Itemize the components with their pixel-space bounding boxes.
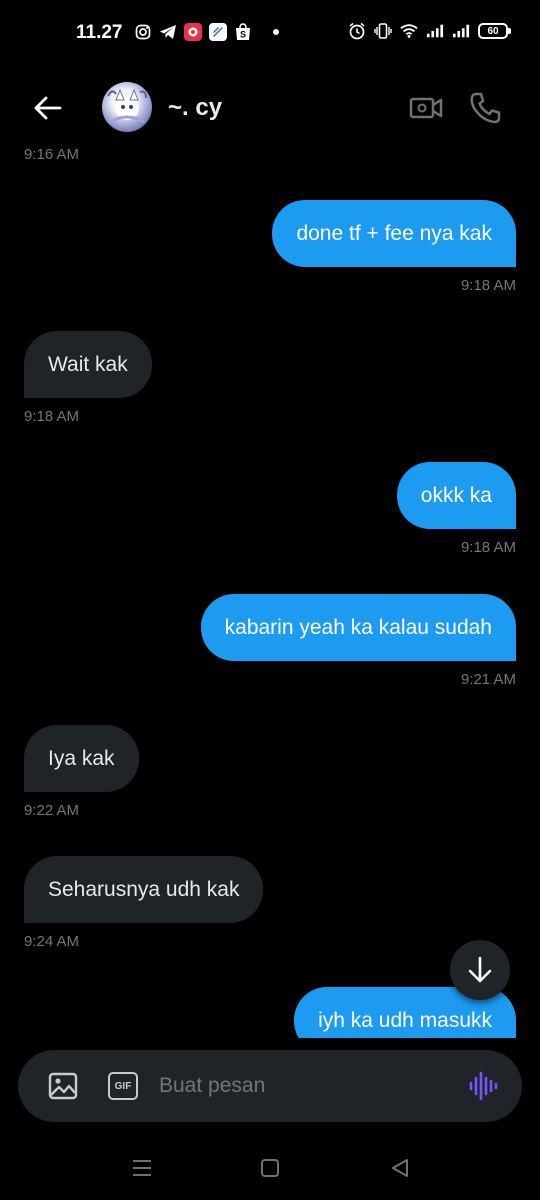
message-bubble[interactable]: Seharusnya udh kak [24, 856, 264, 923]
message-bubble[interactable]: done tf + fee nya kak [272, 200, 516, 267]
back-triangle-icon [392, 1159, 408, 1177]
message-incoming[interactable]: Wait kak [24, 331, 152, 398]
back-arrow-icon [34, 96, 62, 120]
vibrate-icon [374, 22, 392, 40]
message-outgoing[interactable]: kabarin yeah ka kalau sudah [200, 594, 516, 661]
image-icon [48, 1072, 78, 1100]
wifi-icon [400, 22, 418, 40]
message-timestamp: 9:18 AM [24, 408, 80, 425]
phone-call-button[interactable] [468, 90, 504, 126]
message-timestamp: 9:21 AM [460, 671, 516, 688]
scroll-to-bottom-button[interactable] [450, 940, 510, 1000]
app-red-icon [184, 23, 202, 41]
battery-level: 60 [487, 25, 499, 37]
gif-button[interactable]: GIF [108, 1072, 138, 1100]
message-list[interactable]: 9:16 AM done tf + fee nya kak 9:18 AM Wa… [0, 148, 540, 1038]
home-square-icon [261, 1159, 279, 1177]
signal-icon [426, 22, 444, 40]
voice-message-button[interactable] [466, 1070, 500, 1102]
notification-icons: S [134, 23, 279, 41]
avatar[interactable] [102, 82, 152, 132]
back-button[interactable] [30, 90, 66, 126]
message-bubble[interactable]: kabarin yeah ka kalau sudah [200, 594, 516, 661]
message-bubble[interactable]: Iya kak [24, 725, 139, 792]
message-timestamp: 9:18 AM [460, 539, 516, 556]
system-icons: 60 [348, 22, 511, 40]
phone-call-icon [470, 92, 501, 124]
home-button[interactable] [256, 1154, 284, 1182]
recent-apps-button[interactable] [128, 1154, 156, 1182]
more-notifications-dot [273, 29, 279, 35]
contact-name[interactable]: ~. cy [168, 94, 222, 122]
shopee-icon: S [234, 23, 252, 41]
message-composer: GIF [18, 1050, 522, 1122]
video-call-button[interactable] [408, 90, 444, 126]
message-timestamp: 9:24 AM [24, 933, 80, 950]
message-incoming[interactable]: Iya kak [24, 725, 139, 792]
message-incoming[interactable]: Seharusnya udh kak [24, 856, 264, 923]
voice-waveform-icon [469, 1071, 498, 1101]
status-bar: 11.27 S 60 [0, 0, 540, 68]
svg-text:S: S [240, 30, 246, 40]
signal-icon [452, 22, 470, 40]
instagram-icon [134, 23, 152, 41]
menu-icon [133, 1160, 151, 1176]
message-bubble[interactable]: Wait kak [24, 331, 152, 398]
message-timestamp: 9:16 AM [24, 148, 80, 163]
telegram-icon [159, 23, 177, 41]
status-time: 11.27 [76, 22, 123, 43]
message-timestamp: 9:18 AM [460, 277, 516, 294]
arrow-down-icon [468, 956, 492, 983]
video-call-icon [409, 97, 443, 119]
gif-icon: GIF [114, 1080, 132, 1092]
add-image-button[interactable] [48, 1072, 78, 1100]
message-outgoing[interactable]: done tf + fee nya kak [272, 200, 516, 267]
message-outgoing[interactable]: okkk ka [396, 462, 516, 529]
message-bubble[interactable]: okkk ka [396, 462, 516, 529]
app-blue-icon [209, 23, 227, 41]
alarm-icon [348, 22, 366, 40]
conversation-header: ~. cy [0, 68, 540, 148]
battery-icon: 60 [478, 23, 511, 39]
message-timestamp: 9:22 AM [24, 802, 80, 819]
back-nav-button[interactable] [386, 1154, 414, 1182]
system-navigation-bar [0, 1140, 540, 1200]
message-input[interactable] [159, 1068, 449, 1104]
